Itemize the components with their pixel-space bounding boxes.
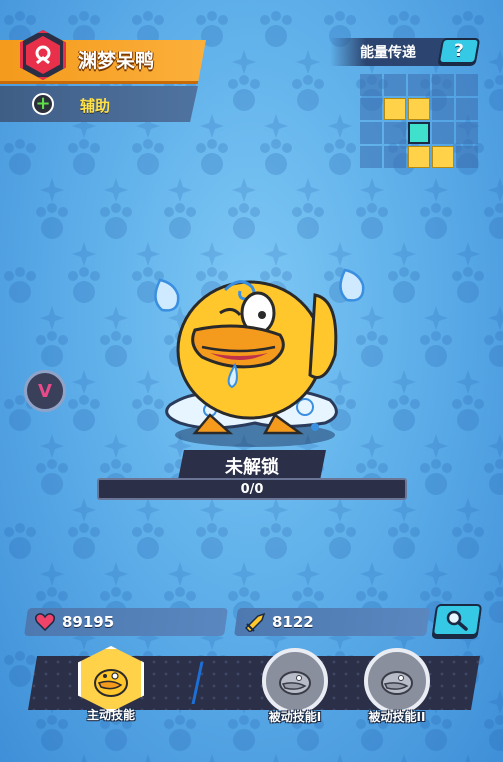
skill-passive-1[interactable]: 被动技能I xyxy=(262,648,328,725)
heart-icon xyxy=(34,611,56,633)
attack-value: 8122 xyxy=(272,613,314,631)
passive-skill-2-icon xyxy=(364,648,430,714)
help-button[interactable]: ? xyxy=(437,38,481,64)
active-skill-icon xyxy=(78,646,144,712)
sword-icon xyxy=(244,611,266,633)
red-hexagon-ring-icon xyxy=(35,45,51,65)
spirit-flame-left xyxy=(154,278,180,312)
energy-transfer-label: 能量传递 xyxy=(360,45,416,61)
character-role: 辅助 xyxy=(80,97,111,115)
energy-grid-cell xyxy=(432,74,454,96)
energy-grid-cell xyxy=(408,122,430,144)
energy-grid-cell xyxy=(432,122,454,144)
energy-grid-cell xyxy=(384,146,406,168)
skill-label: 被动技能I xyxy=(268,710,322,724)
energy-grid-cell xyxy=(360,122,382,144)
spirit-flame-right xyxy=(339,268,365,302)
skill-active[interactable]: 主动技能 xyxy=(78,646,144,723)
energy-grid-cell xyxy=(360,146,382,168)
energy-grid-cell xyxy=(456,122,478,144)
energy-grid-cell xyxy=(408,146,430,168)
attack-stat: 8122 xyxy=(234,608,430,636)
skill-label: 被动技能II xyxy=(368,710,426,724)
tier-badge-label: V xyxy=(38,380,52,402)
tier-badge[interactable]: V xyxy=(24,370,66,412)
passive-skill-1-icon xyxy=(262,648,328,714)
energy-grid-cell xyxy=(384,74,406,96)
energy-grid-cell xyxy=(432,146,454,168)
energy-grid-cell xyxy=(360,98,382,120)
energy-grid-cell xyxy=(384,122,406,144)
character-name: 渊梦呆鸭 xyxy=(78,50,155,72)
energy-grid-cell xyxy=(408,98,430,120)
energy-transfer-grid xyxy=(360,74,480,170)
energy-grid-cell xyxy=(456,98,478,120)
hp-value: 89195 xyxy=(62,613,115,631)
energy-grid-cell xyxy=(432,98,454,120)
energy-grid-cell xyxy=(408,74,430,96)
green-plus-icon: + xyxy=(32,93,54,115)
question-icon: ? xyxy=(454,41,464,61)
duck-character-illustration xyxy=(154,268,365,447)
unlock-status-label: 未解锁 xyxy=(225,457,279,478)
unlock-progress-bar: 0/0 xyxy=(97,478,407,500)
search-button[interactable] xyxy=(431,604,483,636)
unlock-progress-text: 0/0 xyxy=(240,481,264,497)
hp-stat: 89195 xyxy=(24,608,228,636)
energy-grid-cell xyxy=(384,98,406,120)
skill-passive-2[interactable]: 被动技能II xyxy=(364,648,430,725)
energy-grid-cell xyxy=(360,74,382,96)
energy-grid-cell xyxy=(456,146,478,168)
energy-grid-cell xyxy=(456,74,478,96)
magnifier-icon xyxy=(446,610,468,631)
